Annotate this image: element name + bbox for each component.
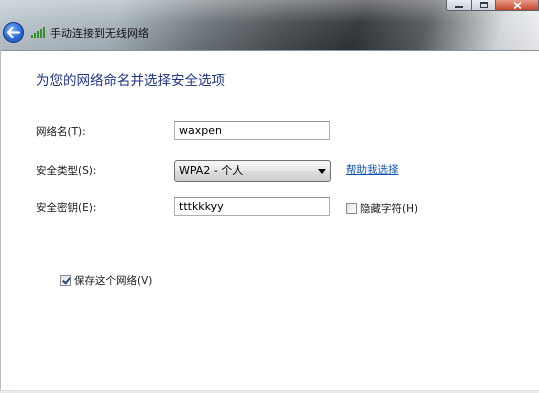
save-network-checkbox[interactable] <box>60 275 71 286</box>
network-name-input[interactable]: waxpen <box>174 121 330 140</box>
security-type-select[interactable]: WPA2 - 个人 <box>174 160 331 182</box>
hide-characters-label[interactable]: 隐藏字符(H) <box>360 201 418 216</box>
security-type-value: WPA2 - 个人 <box>179 164 244 177</box>
back-arrow-icon <box>7 27 20 38</box>
page-heading: 为您的网络命名并选择安全选项 <box>36 73 225 89</box>
window-title: 手动连接到无线网络 <box>50 27 149 40</box>
maximize-button[interactable] <box>472 0 496 11</box>
wireless-connect-dialog: 手动连接到无线网络 为您的网络命名并选择安全选项 网络名(T): waxpen … <box>0 0 539 393</box>
close-icon <box>512 1 522 9</box>
chevron-down-icon <box>318 169 326 174</box>
wireless-signal-icon <box>31 27 45 38</box>
hide-characters-checkbox[interactable] <box>346 203 357 214</box>
back-button[interactable] <box>3 22 24 43</box>
help-me-choose-link[interactable]: 帮助我选择 <box>346 162 399 177</box>
close-button[interactable] <box>496 0 539 11</box>
caption-buttons <box>446 0 539 12</box>
minimize-button[interactable] <box>446 0 472 11</box>
maximize-icon <box>479 2 488 8</box>
minimize-icon <box>455 6 463 8</box>
security-key-label: 安全密钥(E): <box>36 202 97 214</box>
network-name-label: 网络名(T): <box>36 126 86 138</box>
security-type-label: 安全类型(S): <box>36 165 97 177</box>
title-bar: 手动连接到无线网络 <box>0 0 539 51</box>
save-network-label[interactable]: 保存这个网络(V) <box>74 273 152 288</box>
security-key-input[interactable]: tttkkkyy <box>174 197 330 216</box>
window-left-border <box>0 50 1 393</box>
